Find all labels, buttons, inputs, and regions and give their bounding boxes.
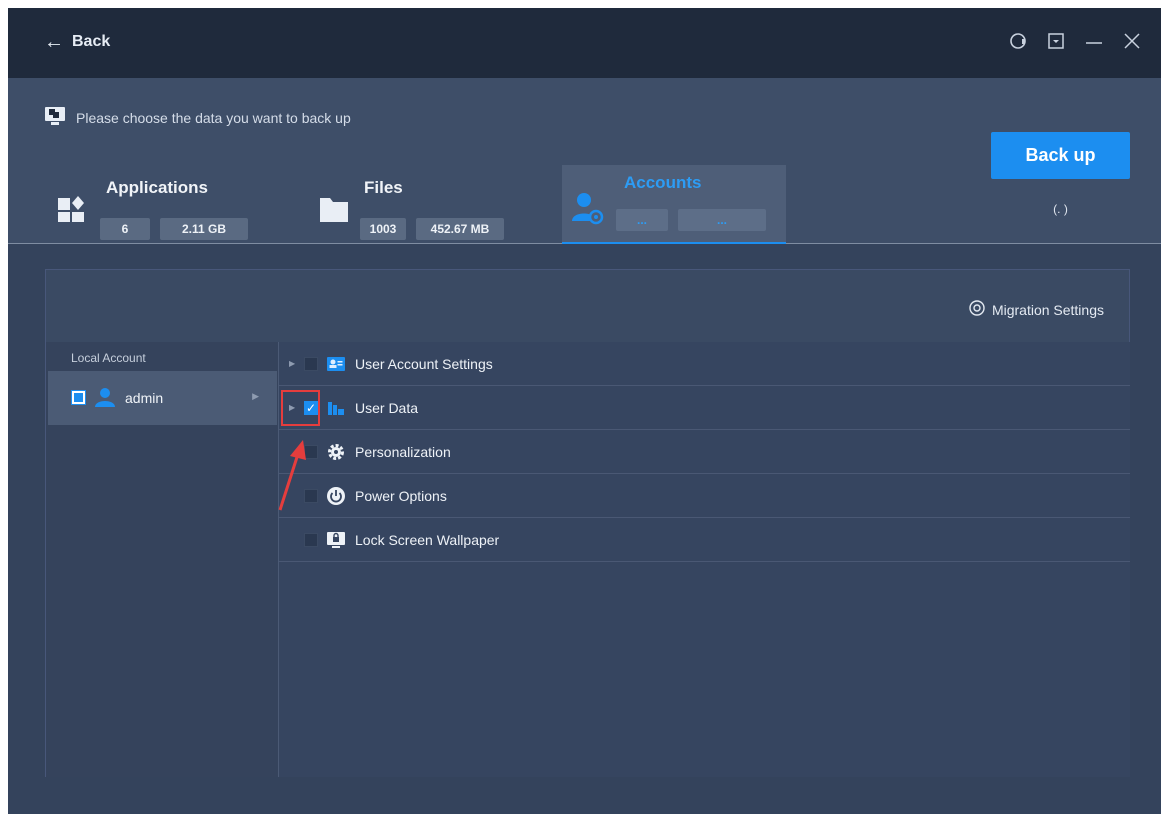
migration-settings-label: Migration Settings (991, 301, 1104, 318)
account-item-admin[interactable]: admin ▶ (48, 371, 277, 425)
expand-arrow-icon[interactable]: ▶ (289, 403, 295, 412)
prompt-text: Please choose the data you want to back … (76, 109, 351, 126)
item-checkbox[interactable] (304, 532, 318, 547)
back-button[interactable]: ← Back (44, 31, 111, 53)
dropdown-icon[interactable] (1045, 30, 1067, 52)
gear-icon (968, 299, 986, 320)
id-card-icon (326, 354, 346, 374)
category-badges: ... ... (616, 209, 766, 231)
category-applications[interactable]: Applications 6 2.11 GB (56, 174, 276, 244)
app-window: ← Back Please choose the data you want t… (8, 8, 1161, 814)
support-icon[interactable] (1007, 30, 1029, 52)
category-title: Accounts (624, 173, 702, 192)
close-icon[interactable] (1121, 30, 1143, 52)
user-settings-icon (570, 191, 604, 225)
list-item-user-data[interactable]: ▶ ✓ User Data (279, 386, 1130, 430)
migration-settings-link[interactable]: Migration Settings (968, 299, 1104, 320)
accounts-panel: Migration Settings Local Account admin ▶… (45, 269, 1130, 777)
item-label: Power Options (355, 487, 447, 504)
item-label: User Data (355, 399, 419, 416)
size-badge: 452.67 MB (416, 218, 504, 240)
power-icon (326, 486, 346, 506)
annotation-arrow-icon (278, 440, 306, 511)
selection-header: Please choose the data you want to back … (8, 78, 1161, 244)
list-item-lock-screen-wallpaper[interactable]: Lock Screen Wallpaper (279, 518, 1130, 562)
category-title: Applications (106, 178, 209, 197)
prompt: Please choose the data you want to back … (44, 106, 351, 129)
backup-status: (. ) (1053, 202, 1068, 216)
apps-icon (56, 192, 88, 226)
user-icon (94, 386, 116, 408)
account-checkbox[interactable] (71, 390, 86, 405)
arrow-left-icon: ← (44, 31, 64, 53)
count-badge: 6 (100, 218, 150, 240)
back-label: Back (72, 33, 111, 50)
title-bar: ← Back (8, 8, 1161, 78)
size-badge: ... (678, 209, 766, 231)
list-item-user-account-settings[interactable]: ▶ User Account Settings (279, 342, 1130, 386)
count-badge: 1003 (360, 218, 406, 240)
transfer-icon (44, 106, 66, 129)
account-name: admin (125, 390, 164, 406)
category-badges: 6 2.11 GB (100, 218, 248, 240)
cog-icon (326, 442, 346, 462)
expand-arrow-icon[interactable]: ▶ (289, 359, 295, 368)
local-account-heading: Local Account (71, 351, 146, 365)
size-badge: 2.11 GB (160, 218, 248, 240)
account-list: Local Account admin ▶ (46, 342, 279, 777)
item-checkbox[interactable] (304, 356, 318, 371)
category-accounts[interactable]: Accounts ... ... (562, 165, 786, 244)
item-label: User Account Settings (355, 355, 493, 372)
list-item-power-options[interactable]: Power Options (279, 474, 1130, 518)
panel-toolbar: Migration Settings (46, 270, 1129, 342)
category-title: Files (364, 178, 403, 197)
lock-screen-icon (326, 530, 346, 550)
data-item-list: ▶ User Account Settings ▶ ✓ User Data Pe… (279, 342, 1130, 777)
count-badge: ... (616, 209, 668, 231)
back-up-button[interactable]: Back up (991, 132, 1130, 179)
window-controls (1007, 30, 1143, 52)
item-label: Personalization (355, 443, 451, 460)
caret-right-icon: ▶ (252, 391, 259, 401)
list-item-personalization[interactable]: Personalization (279, 430, 1130, 474)
category-badges: 1003 452.67 MB (360, 218, 504, 240)
minimize-icon[interactable] (1083, 30, 1105, 52)
bar-chart-icon (326, 398, 346, 418)
folder-icon (318, 192, 350, 226)
category-files[interactable]: Files 1003 452.67 MB (318, 174, 538, 244)
item-label: Lock Screen Wallpaper (355, 531, 500, 548)
item-checkbox-checked[interactable]: ✓ (304, 400, 318, 415)
